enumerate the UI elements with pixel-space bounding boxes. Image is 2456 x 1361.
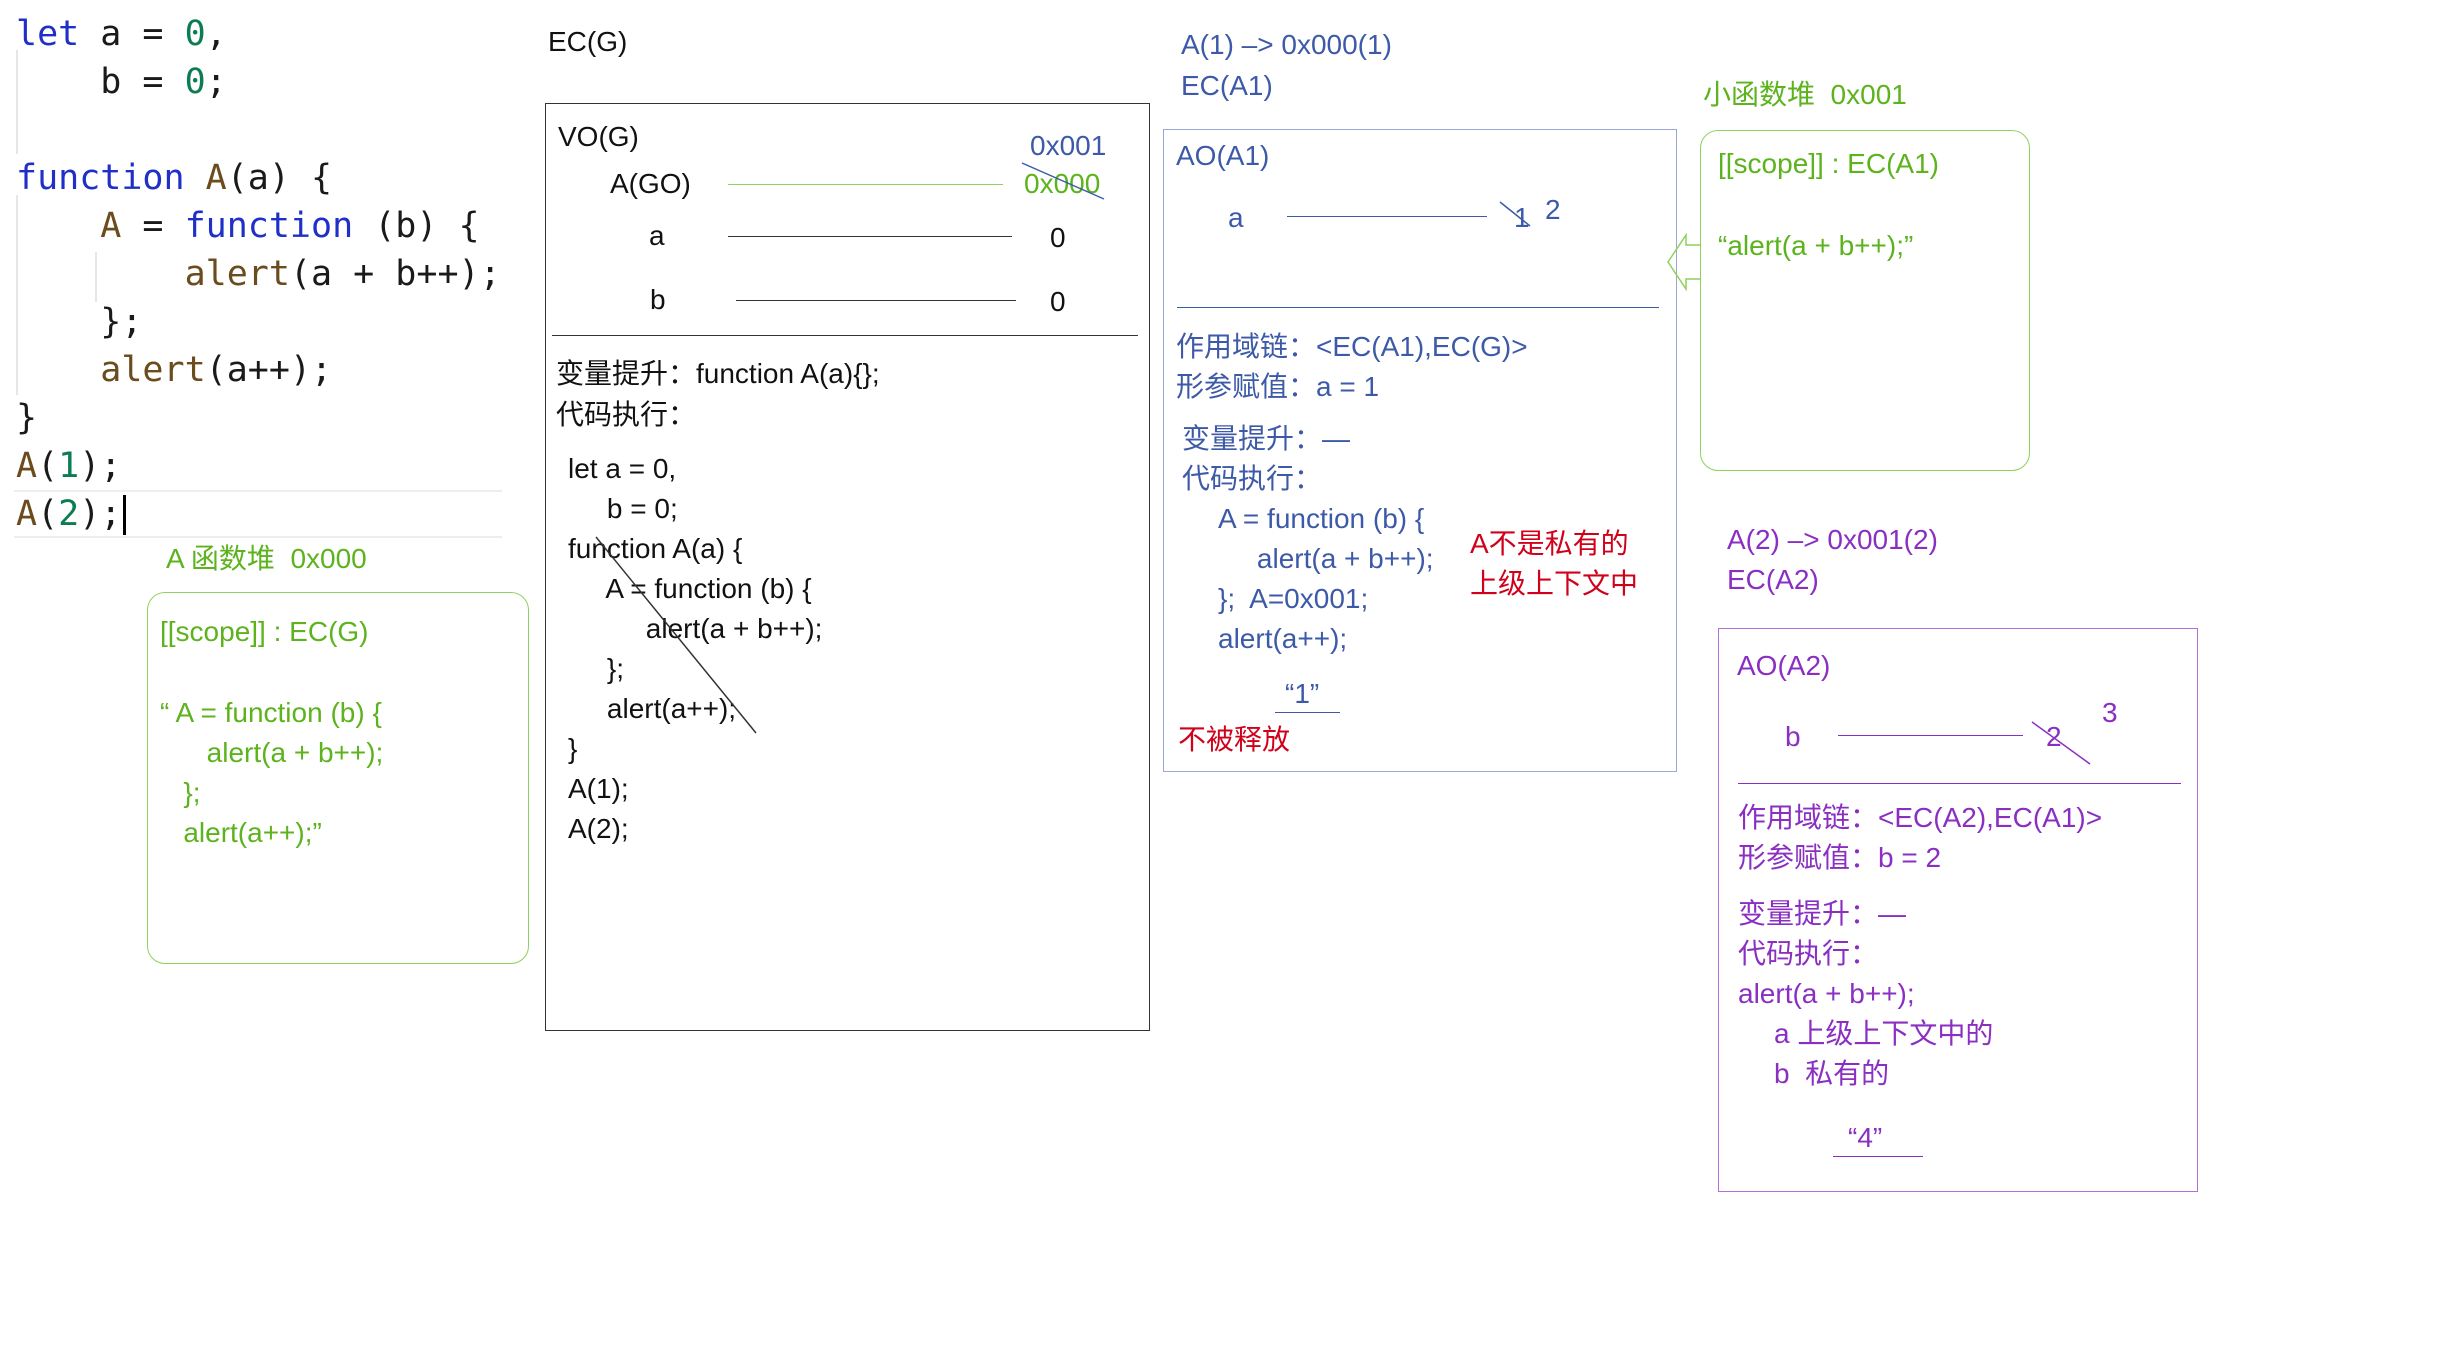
strike-ec-g-function (595, 536, 757, 734)
strike-ao-a2-value (2031, 721, 2091, 765)
strike-vo-value (1021, 162, 1105, 200)
annotation-overlay (595, 162, 2091, 765)
strike-ao-a1-value (1499, 201, 1531, 227)
hollow-arrow-icon (1667, 232, 1700, 292)
